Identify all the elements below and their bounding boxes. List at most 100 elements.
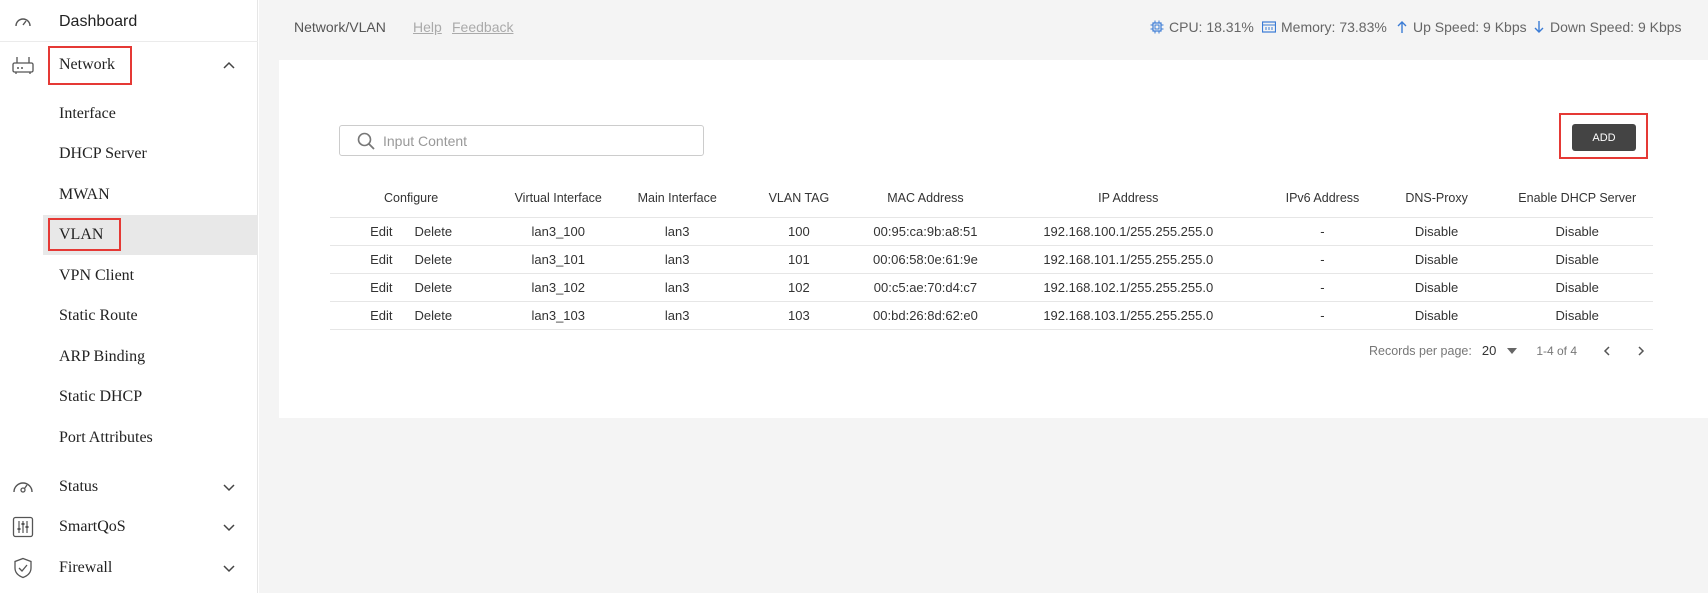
breadcrumb: Network/VLAN	[294, 19, 386, 35]
sidebar-item-label: Static Route	[59, 307, 138, 324]
sidebar-item-label: Interface	[59, 105, 116, 122]
dhcp-server-cell: Disable	[1501, 300, 1653, 330]
gauge-icon	[10, 474, 36, 500]
ipv6-address-cell: -	[1273, 216, 1372, 245]
ip-address-cell: 192.168.100.1/255.255.255.0	[983, 216, 1274, 245]
col-ip-address: IP Address	[1098, 191, 1159, 206]
main-interface-cell: lan3	[624, 216, 731, 245]
dns-proxy-cell: Disable	[1371, 300, 1502, 330]
configure-cell: Edit Delete	[330, 216, 493, 245]
edit-link[interactable]: Edit	[370, 224, 392, 239]
help-link[interactable]: Help	[413, 19, 442, 35]
table-row: Edit Delete lan3_102 lan3 102 00:c5:ae:70…	[330, 272, 1653, 301]
pagination: Records per page: 20 1-4 of 4	[1369, 343, 1647, 358]
down-speed-value: Down Speed: 9 Kbps	[1550, 19, 1682, 35]
table-row: Edit Delete lan3_101 lan3 101 00:06:58:0e…	[330, 244, 1653, 273]
dns-proxy-cell: Disable	[1371, 216, 1502, 245]
search-icon	[357, 132, 375, 150]
dhcp-server-cell: Disable	[1501, 272, 1653, 301]
sidebar-item-interface[interactable]: Interface	[0, 94, 258, 134]
sidebar-item-dashboard[interactable]: Dashboard	[0, 2, 258, 42]
sidebar-item-label: Firewall	[59, 559, 113, 576]
down-speed-stat: Down Speed: 9 Kbps	[1533, 19, 1682, 35]
prev-page-icon[interactable]	[1601, 345, 1613, 357]
chevron-down-icon[interactable]	[221, 479, 237, 495]
up-speed-value: Up Speed: 9 Kbps	[1413, 19, 1527, 35]
sidebar-item-static-dhcp[interactable]: Static DHCP	[0, 377, 258, 417]
search-box[interactable]	[339, 125, 704, 156]
router-icon	[10, 52, 36, 78]
sidebar-item-label: Static DHCP	[59, 388, 143, 405]
mac-address-cell: 00:95:ca:9b:a8:51	[867, 216, 984, 245]
records-per-page-select[interactable]: 20	[1482, 343, 1496, 358]
configure-cell: Edit Delete	[330, 300, 493, 330]
highlight-add	[1559, 113, 1648, 159]
delete-link[interactable]: Delete	[415, 308, 453, 323]
ip-address-cell: 192.168.102.1/255.255.255.0	[983, 272, 1274, 301]
feedback-link[interactable]: Feedback	[452, 19, 513, 35]
sidebar-item-arp-binding[interactable]: ARP Binding	[0, 337, 258, 377]
mac-address-cell: 00:c5:ae:70:d4:c7	[867, 272, 984, 301]
dashboard-icon	[10, 9, 36, 35]
col-enable-dhcp-server: Enable DHCP Server	[1518, 191, 1637, 206]
sidebar: Dashboard Network Interface DHCP Server …	[0, 0, 258, 593]
delete-link[interactable]: Delete	[415, 280, 453, 295]
memory-value: Memory: 73.83%	[1281, 19, 1387, 35]
highlight-vlan	[48, 218, 121, 251]
col-configure: Configure	[384, 191, 439, 206]
ipv6-address-cell: -	[1273, 272, 1372, 301]
configure-cell: Edit Delete	[330, 272, 493, 301]
sidebar-item-port-attributes[interactable]: Port Attributes	[0, 418, 258, 458]
sidebar-item-smartqos[interactable]: SmartQoS	[0, 507, 258, 547]
vlan-tag-cell: 101	[730, 244, 868, 273]
cpu-value: CPU: 18.31%	[1169, 19, 1254, 35]
sidebar-item-label: VPN Client	[59, 267, 135, 284]
sidebar-item-label: DHCP Server	[59, 145, 147, 162]
col-virtual-interface: Virtual Interface	[514, 191, 602, 206]
virtual-interface-cell: lan3_102	[492, 272, 625, 301]
next-page-icon[interactable]	[1635, 345, 1647, 357]
configure-cell: Edit Delete	[330, 244, 493, 273]
edit-link[interactable]: Edit	[370, 252, 392, 267]
col-vlan-tag: VLAN TAG	[768, 191, 830, 206]
ip-address-cell: 192.168.103.1/255.255.255.0	[983, 300, 1274, 330]
chevron-up-icon[interactable]	[221, 57, 237, 73]
arrow-down-icon	[1534, 21, 1544, 33]
dns-proxy-cell: Disable	[1371, 272, 1502, 301]
up-speed-stat: Up Speed: 9 Kbps	[1396, 19, 1527, 35]
dhcp-server-cell: Disable	[1501, 216, 1653, 245]
dns-proxy-cell: Disable	[1371, 244, 1502, 273]
sidebar-item-static-route[interactable]: Static Route	[0, 296, 258, 336]
edit-link[interactable]: Edit	[370, 308, 392, 323]
virtual-interface-cell: lan3_103	[492, 300, 625, 330]
sliders-icon	[10, 514, 36, 540]
ipv6-address-cell: -	[1273, 244, 1372, 273]
sidebar-item-status[interactable]: Status	[0, 467, 258, 507]
memory-icon	[1262, 21, 1276, 33]
records-per-page-label: Records per page:	[1369, 343, 1472, 358]
search-input[interactable]	[383, 132, 683, 149]
sidebar-item-firewall[interactable]: Firewall	[0, 548, 258, 588]
mac-address-cell: 00:06:58:0e:61:9e	[867, 244, 984, 273]
delete-link[interactable]: Delete	[415, 252, 453, 267]
col-dns-proxy: DNS-Proxy	[1405, 191, 1468, 206]
sidebar-item-mwan[interactable]: MWAN	[0, 175, 258, 215]
arrow-up-icon	[1397, 21, 1407, 33]
cpu-stat: CPU: 18.31%	[1150, 19, 1254, 35]
main-interface-cell: lan3	[624, 272, 731, 301]
chevron-down-icon[interactable]	[221, 519, 237, 535]
virtual-interface-cell: lan3_101	[492, 244, 625, 273]
delete-link[interactable]: Delete	[415, 224, 453, 239]
sidebar-item-dhcp-server[interactable]: DHCP Server	[0, 134, 258, 174]
shield-icon	[10, 555, 36, 581]
chevron-down-icon[interactable]	[221, 560, 237, 576]
sidebar-item-label: SmartQoS	[59, 518, 126, 535]
sidebar-item-label: Dashboard	[59, 12, 138, 30]
sidebar-item-label: MWAN	[59, 186, 110, 203]
vlan-tag-cell: 103	[730, 300, 868, 330]
sidebar-item-vpn-client[interactable]: VPN Client	[0, 256, 258, 296]
top-header: Network/VLAN Help Feedback CPU: 18.31% M…	[259, 0, 1708, 60]
caret-down-icon[interactable]	[1506, 347, 1518, 355]
edit-link[interactable]: Edit	[370, 280, 392, 295]
sidebar-item-label: Status	[59, 478, 99, 495]
